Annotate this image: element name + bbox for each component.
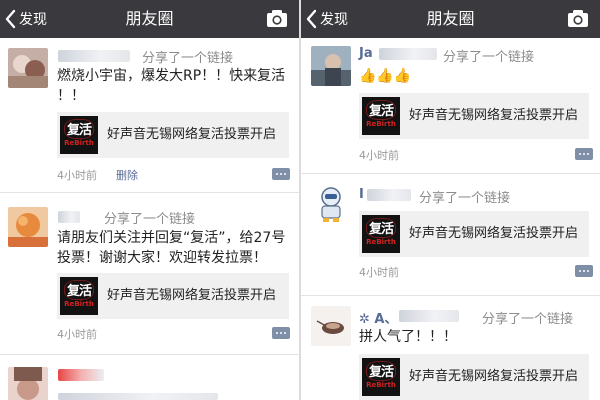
moment-post xyxy=(0,355,299,400)
comment-dots-icon[interactable] xyxy=(272,327,290,339)
delete-post-link[interactable]: 删除 xyxy=(116,167,138,183)
thumbnail-subtitle: ReBirth xyxy=(366,238,396,246)
shared-link-card[interactable]: 复活 ReBirth 好声音无锡网络复活投票开启 xyxy=(359,93,589,139)
post-timestamp: 4小时前 xyxy=(57,328,97,341)
moment-post: 分享了一个链接 燃烧小宇宙，爆发大RP！！快来复活 ！！ 复活 ReBirth … xyxy=(0,38,299,188)
post-text-redacted xyxy=(58,393,218,400)
avatar[interactable] xyxy=(311,46,351,86)
thumbnail-subtitle: ReBirth xyxy=(366,120,396,128)
post-timestamp: 4小时前 xyxy=(57,169,97,182)
post-text-line: 投票！谢谢大家！欢迎转发拉票！ xyxy=(57,250,267,266)
page-title: 朋友圈 xyxy=(426,9,475,28)
page-title: 朋友圈 xyxy=(125,9,174,28)
camera-icon[interactable] xyxy=(266,9,288,28)
moment-post: Ja 分享了一个链接 👍👍👍 复活 ReBirth 好声音无锡网络复活投票开启 … xyxy=(301,38,600,173)
author-name[interactable]: I xyxy=(359,187,364,202)
avatar[interactable] xyxy=(8,48,48,88)
post-action: 分享了一个链接 xyxy=(443,50,535,65)
thumbnail-subtitle: ReBirth xyxy=(64,139,94,147)
thumbnail-title: 复活 xyxy=(368,222,394,237)
link-title: 好声音无锡网络复活投票开启 xyxy=(409,369,579,384)
post-text-line: 👍👍👍 xyxy=(359,68,412,84)
post-timestamp: 4小时前 xyxy=(359,149,399,162)
moment-post: ✲ A、 分享了一个链接 拼人气了！！！ 复活 ReBirth 好声音无锡网络复… xyxy=(301,296,600,400)
post-action: 分享了一个链接 xyxy=(419,191,511,206)
post-text-line: 燃烧小宇宙，爆发大RP！！快来复活 xyxy=(57,68,286,84)
author-name-redacted xyxy=(379,48,437,60)
camera-icon[interactable] xyxy=(567,9,589,28)
post-text-line: ！！ xyxy=(57,88,85,104)
author-name[interactable]: Ja xyxy=(359,46,373,61)
link-thumbnail: 复活 ReBirth xyxy=(362,97,400,135)
author-name-redacted xyxy=(367,189,411,201)
shared-link-card[interactable]: 复活 ReBirth 好声音无锡网络复活投票开启 xyxy=(57,273,289,319)
shared-link-card[interactable]: 复活 ReBirth 好声音无锡网络复活投票开启 xyxy=(359,211,589,257)
shared-link-card[interactable]: 复活 ReBirth 好声音无锡网络复活投票开启 xyxy=(57,112,289,158)
avatar[interactable] xyxy=(311,184,351,224)
navigation-bar: 发现 朋友圈 xyxy=(0,0,299,38)
navigation-bar: 发现 朋友圈 xyxy=(301,0,600,38)
author-name-redacted xyxy=(58,369,104,381)
thumbnail-title: 复活 xyxy=(66,284,92,299)
avatar[interactable] xyxy=(8,367,48,400)
author-name-redacted xyxy=(58,211,80,223)
link-title: 好声音无锡网络复活投票开启 xyxy=(107,127,277,142)
author-name[interactable]: ✲ A、 xyxy=(359,308,397,327)
author-name-redacted xyxy=(58,50,130,62)
moment-post: 分享了一个链接 请朋友们关注并回复“复活”，给27号 投票！谢谢大家！欢迎转发拉… xyxy=(0,193,299,353)
link-thumbnail: 复活 ReBirth xyxy=(60,277,98,315)
moments-panel-left: 发现 朋友圈 分享了一个链接 燃烧小宇宙，爆发大RP！！快来复活 ！！ 复活 R… xyxy=(0,0,299,400)
post-action: 分享了一个链接 xyxy=(104,212,196,227)
moment-post: I 分享了一个链接 复活 ReBirth 好声音无锡网络复活投票开启 4小时前 xyxy=(301,174,600,294)
author-name-redacted xyxy=(399,310,459,322)
post-text-line: 拼人气了！！！ xyxy=(359,329,457,345)
link-thumbnail: 复活 ReBirth xyxy=(60,116,98,154)
link-title: 好声音无锡网络复活投票开启 xyxy=(409,226,579,241)
thumbnail-subtitle: ReBirth xyxy=(366,381,396,389)
post-text-line: 请朋友们关注并回复“复活”，给27号 xyxy=(57,230,286,246)
moments-panel-right: 发现 朋友圈 Ja 分享了一个链接 👍👍👍 复活 ReBirth 好声音无锡网络… xyxy=(301,0,600,400)
thumbnail-subtitle: ReBirth xyxy=(64,300,94,308)
thumbnail-title: 复活 xyxy=(368,365,394,380)
link-title: 好声音无锡网络复活投票开启 xyxy=(107,288,277,303)
comment-dots-icon[interactable] xyxy=(575,148,593,160)
post-timestamp: 4小时前 xyxy=(359,266,399,279)
link-title: 好声音无锡网络复活投票开启 xyxy=(409,108,579,123)
post-action: 分享了一个链接 xyxy=(482,312,574,327)
avatar[interactable] xyxy=(8,207,48,247)
shared-link-card[interactable]: 复活 ReBirth 好声音无锡网络复活投票开启 xyxy=(359,354,589,400)
link-thumbnail: 复活 ReBirth xyxy=(362,215,400,253)
comment-dots-icon[interactable] xyxy=(272,168,290,180)
post-action: 分享了一个链接 xyxy=(142,51,234,66)
thumbnail-title: 复活 xyxy=(368,104,394,119)
comment-dots-icon[interactable] xyxy=(575,265,593,277)
avatar[interactable] xyxy=(311,306,351,346)
link-thumbnail: 复活 ReBirth xyxy=(362,358,400,396)
thumbnail-title: 复活 xyxy=(66,123,92,138)
